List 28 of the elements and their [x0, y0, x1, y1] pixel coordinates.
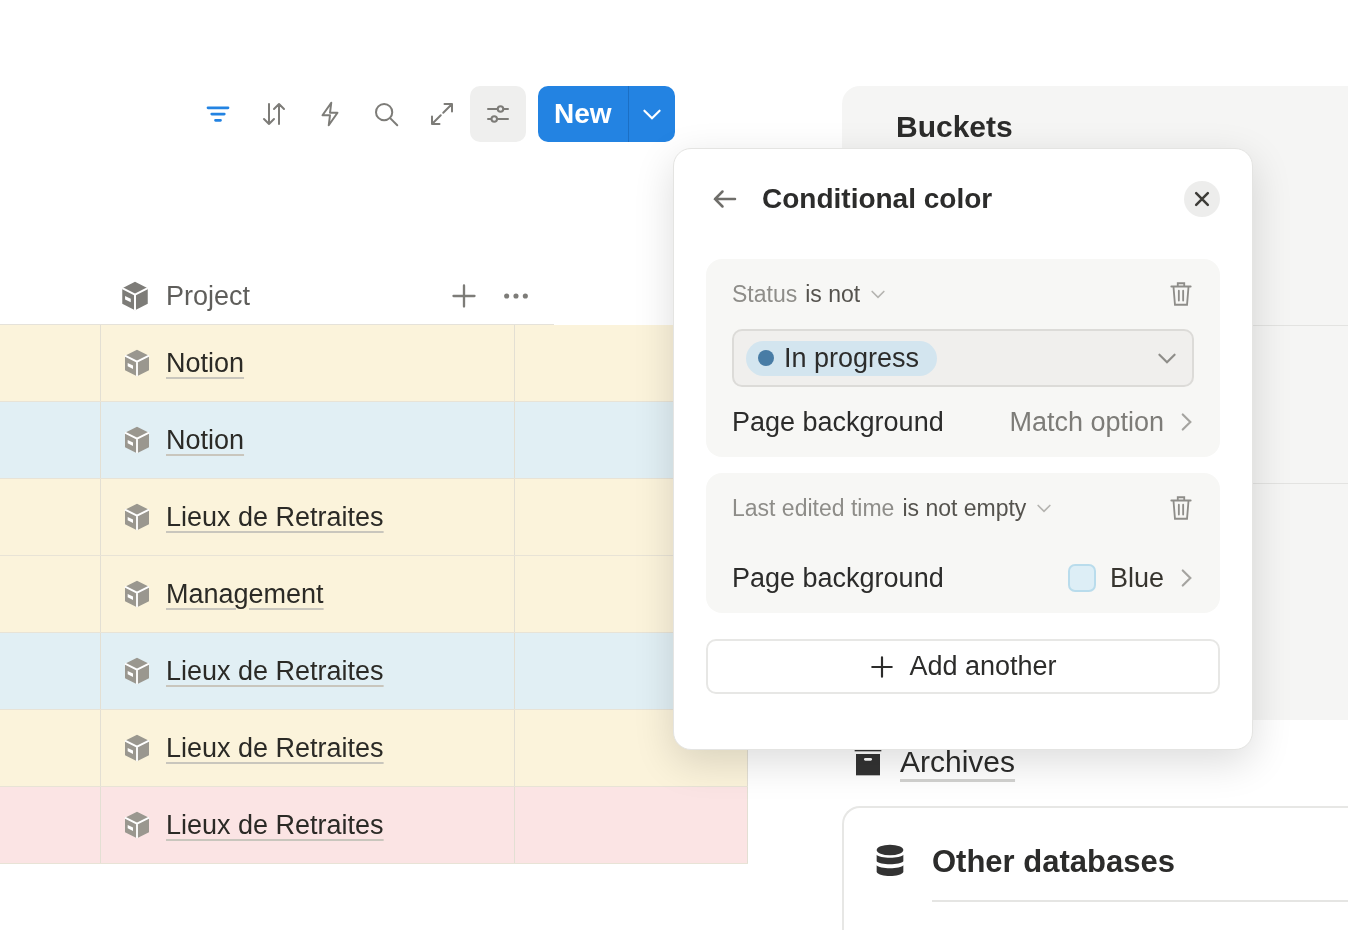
page-link[interactable]: Lieux de Retraites — [166, 655, 384, 687]
page-link[interactable]: Notion — [166, 347, 245, 379]
condition-operator[interactable]: is not — [805, 280, 861, 308]
settings-icon[interactable] — [470, 86, 526, 142]
column-header[interactable]: Project — [166, 280, 450, 312]
page-link[interactable]: Lieux de Retraites — [166, 809, 384, 841]
page-link[interactable]: Notion — [166, 424, 245, 456]
card-title: Buckets — [895, 109, 1014, 145]
page-link[interactable]: Management — [166, 578, 324, 610]
value-select[interactable]: In progress — [732, 329, 1194, 387]
color-option[interactable]: Match option — [1009, 406, 1194, 438]
trash-icon[interactable] — [1168, 494, 1194, 522]
popup-title: Conditional color — [762, 183, 994, 215]
new-button[interactable]: New — [538, 86, 629, 142]
close-icon[interactable] — [1184, 181, 1220, 217]
color-option[interactable]: Blue — [1067, 562, 1194, 594]
color-swatch — [1067, 564, 1096, 592]
trash-icon[interactable] — [1168, 280, 1194, 308]
target-label: Page background — [732, 406, 945, 438]
status-tag: In progress — [746, 340, 938, 376]
add-icon[interactable] — [450, 282, 478, 310]
condition-operator[interactable]: is not empty — [902, 494, 1027, 522]
target-label: Page background — [732, 562, 945, 594]
card-title: Other databases — [932, 844, 1175, 880]
page-link[interactable]: Lieux de Retraites — [166, 732, 384, 764]
page-link[interactable]: Lieux de Retraites — [166, 501, 384, 533]
plus-icon — [869, 653, 896, 680]
add-another-button[interactable]: Add another — [706, 639, 1220, 694]
